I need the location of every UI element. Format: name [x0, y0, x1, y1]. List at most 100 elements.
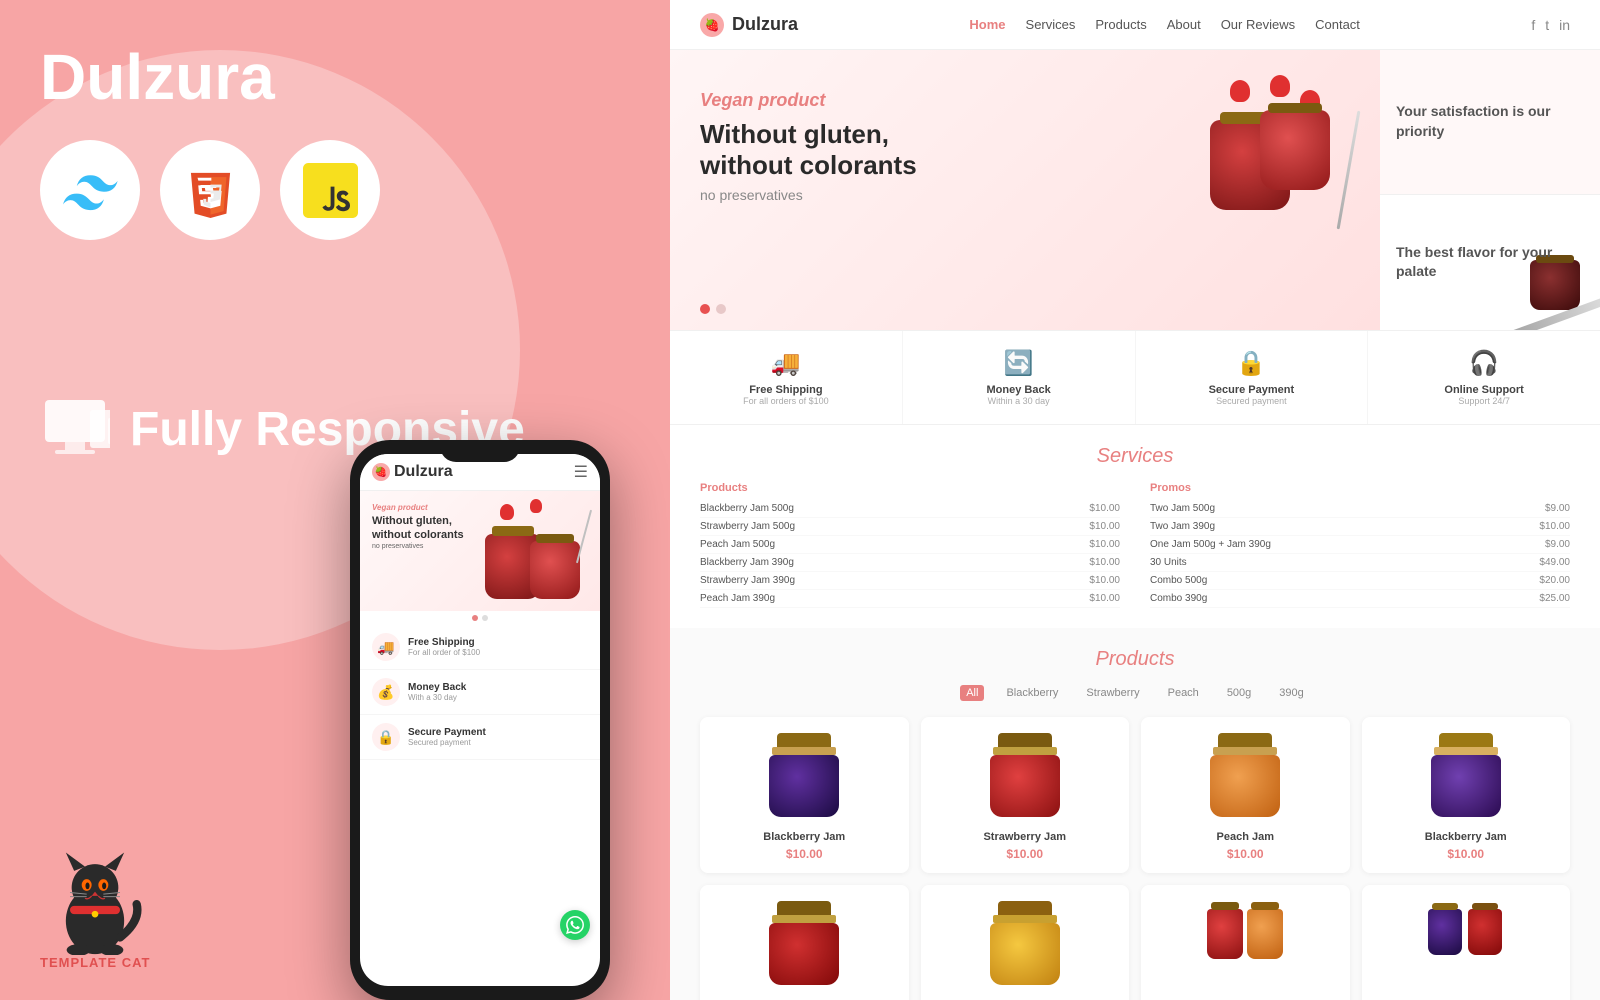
shipping-title: Free Shipping: [680, 384, 892, 396]
filter-500g[interactable]: 500g: [1221, 685, 1257, 701]
product-name: Peach Jam: [1151, 831, 1340, 843]
nav-brand-icon: 🍓: [700, 13, 724, 37]
device-icons: [40, 400, 110, 460]
products-title: Products: [700, 648, 1570, 671]
money-sub: Within a 30 day: [913, 396, 1125, 406]
hero-slider: Vegan product Without gluten, without co…: [670, 50, 1600, 330]
nav-link-about[interactable]: About: [1167, 16, 1201, 34]
product-card[interactable]: Combo 390g $25.00: [1362, 885, 1571, 1000]
filter-blackberry[interactable]: Blackberry: [1000, 685, 1064, 701]
service-item: Combo 390g $25.00: [1150, 590, 1570, 608]
promos-col: Promos Two Jam 500g $9.00 Two Jam 390g $…: [1150, 482, 1570, 608]
hero-side-satisfaction: Your satisfaction is our priority: [1380, 50, 1600, 195]
service-item: Blackberry Jam 390g $10.00: [700, 554, 1120, 572]
services-title: Services: [700, 445, 1570, 468]
nav-link-reviews[interactable]: Our Reviews: [1221, 16, 1295, 34]
hero-side-flavor: The best flavor for your palate: [1380, 195, 1600, 331]
filter-peach[interactable]: Peach: [1162, 685, 1205, 701]
promos-col-label: Promos: [1150, 482, 1570, 494]
product-image: [764, 901, 844, 991]
hero-dots: [700, 304, 726, 314]
tailwind-icon: [40, 140, 140, 240]
whatsapp-button[interactable]: [560, 910, 590, 940]
jam-stack: [1170, 70, 1350, 250]
product-card[interactable]: Combo 500g $25.00: [1141, 885, 1350, 1000]
shipping-sub: For all orders of $100: [680, 396, 892, 406]
product-image: [985, 901, 1065, 991]
service-item: Peach Jam 500g $10.00: [700, 536, 1120, 554]
product-name: Blackberry Jam: [710, 831, 899, 843]
product-card[interactable]: Strawberry Jam $10.00: [700, 885, 909, 1000]
service-item: Strawberry Jam 390g $10.00: [700, 572, 1120, 590]
services-grid: Products Blackberry Jam 500g $10.00 Stra…: [700, 482, 1570, 608]
product-price: $10.00: [1151, 847, 1340, 861]
feature-money: 🔄 Money Back Within a 30 day: [903, 331, 1136, 424]
nav-link-home[interactable]: Home: [969, 16, 1005, 34]
nav-brand-name: Dulzura: [732, 14, 798, 35]
filter-all[interactable]: All: [960, 685, 984, 701]
phone-mockup: 🍓 Dulzura ☰ Vegan product Without gluten…: [350, 440, 610, 1000]
feature-secure: 🔒 Secure Payment Secured payment: [1136, 331, 1369, 424]
product-price: $10.00: [931, 847, 1120, 861]
hero-flavor-text: The best flavor for your palate: [1396, 243, 1584, 282]
html5-icon: [160, 140, 260, 240]
instagram-icon[interactable]: in: [1559, 17, 1570, 33]
nav-brand: 🍓 Dulzura: [700, 13, 798, 37]
products-col-label: Products: [700, 482, 1120, 494]
support-icon: 🎧: [1378, 349, 1590, 378]
product-image: [985, 733, 1065, 823]
hero-image: [1160, 60, 1360, 260]
feature-support: 🎧 Online Support Support 24/7: [1368, 331, 1600, 424]
products-filter: All Blackberry Strawberry Peach 500g 390…: [700, 685, 1570, 701]
product-card[interactable]: Blackberry Jam $10.00: [1362, 717, 1571, 873]
products-section: Products All Blackberry Strawberry Peach…: [670, 628, 1600, 1000]
product-card[interactable]: Peach Jam $10.00: [1141, 717, 1350, 873]
filter-390g[interactable]: 390g: [1273, 685, 1309, 701]
support-title: Online Support: [1378, 384, 1590, 396]
product-image: [1426, 901, 1506, 991]
phone-feature-secure: 🔒 Secure Payment Secured payment: [360, 715, 600, 760]
money-back-icon: 🔄: [913, 349, 1125, 378]
product-image: [1205, 733, 1285, 823]
jam-jar-2: [1260, 110, 1330, 190]
shipping-icon: 🚚: [680, 349, 892, 378]
strawberry-2: [1270, 75, 1290, 97]
phone-hero: Vegan product Without gluten, without co…: [360, 491, 600, 611]
hero-main: Vegan product Without gluten, without co…: [670, 50, 1380, 330]
product-card[interactable]: Strawberry Jam $10.00: [921, 717, 1130, 873]
nav-link-products[interactable]: Products: [1095, 16, 1146, 34]
support-sub: Support 24/7: [1378, 396, 1590, 406]
phone-brand: 🍓 Dulzura: [372, 463, 453, 481]
service-item: Peach Jam 390g $10.00: [700, 590, 1120, 608]
js-icon: [280, 140, 380, 240]
service-item: Two Jam 500g $9.00: [1150, 500, 1570, 518]
site-nav: 🍓 Dulzura Home Services Products About O…: [670, 0, 1600, 50]
phone-menu-icon[interactable]: ☰: [574, 462, 588, 482]
service-item: Strawberry Jam 500g $10.00: [700, 518, 1120, 536]
product-image: [1205, 901, 1285, 991]
phone-dots: [360, 611, 600, 625]
products-col: Products Blackberry Jam 500g $10.00 Stra…: [700, 482, 1120, 608]
nav-link-contact[interactable]: Contact: [1315, 16, 1360, 34]
product-price: $10.00: [1372, 847, 1561, 861]
twitter-icon[interactable]: t: [1545, 17, 1549, 33]
hero-dot-1[interactable]: [700, 304, 710, 314]
phone-dot-2: [482, 615, 488, 621]
product-price: $10.00: [710, 847, 899, 861]
hero-dot-2[interactable]: [716, 304, 726, 314]
brand-title: Dulzura: [40, 40, 275, 114]
secure-title: Secure Payment: [1146, 384, 1358, 396]
money-title: Money Back: [913, 384, 1125, 396]
service-item: Blackberry Jam 500g $10.00: [700, 500, 1120, 518]
feature-shipping: 🚚 Free Shipping For all orders of $100: [670, 331, 903, 424]
product-card[interactable]: Blackberry Jam $10.00: [700, 717, 909, 873]
nav-link-services[interactable]: Services: [1026, 16, 1076, 34]
product-name: Blackberry Jam: [1372, 831, 1561, 843]
secure-icon: 🔒: [372, 723, 400, 751]
template-cat-logo: TEMPLATE CAT: [40, 845, 150, 970]
facebook-icon[interactable]: f: [1531, 17, 1535, 33]
nav-links: Home Services Products About Our Reviews…: [969, 16, 1360, 34]
product-name: Strawberry Jam: [931, 831, 1120, 843]
filter-strawberry[interactable]: Strawberry: [1080, 685, 1145, 701]
product-card[interactable]: Peach Jam $25.00: [921, 885, 1130, 1000]
